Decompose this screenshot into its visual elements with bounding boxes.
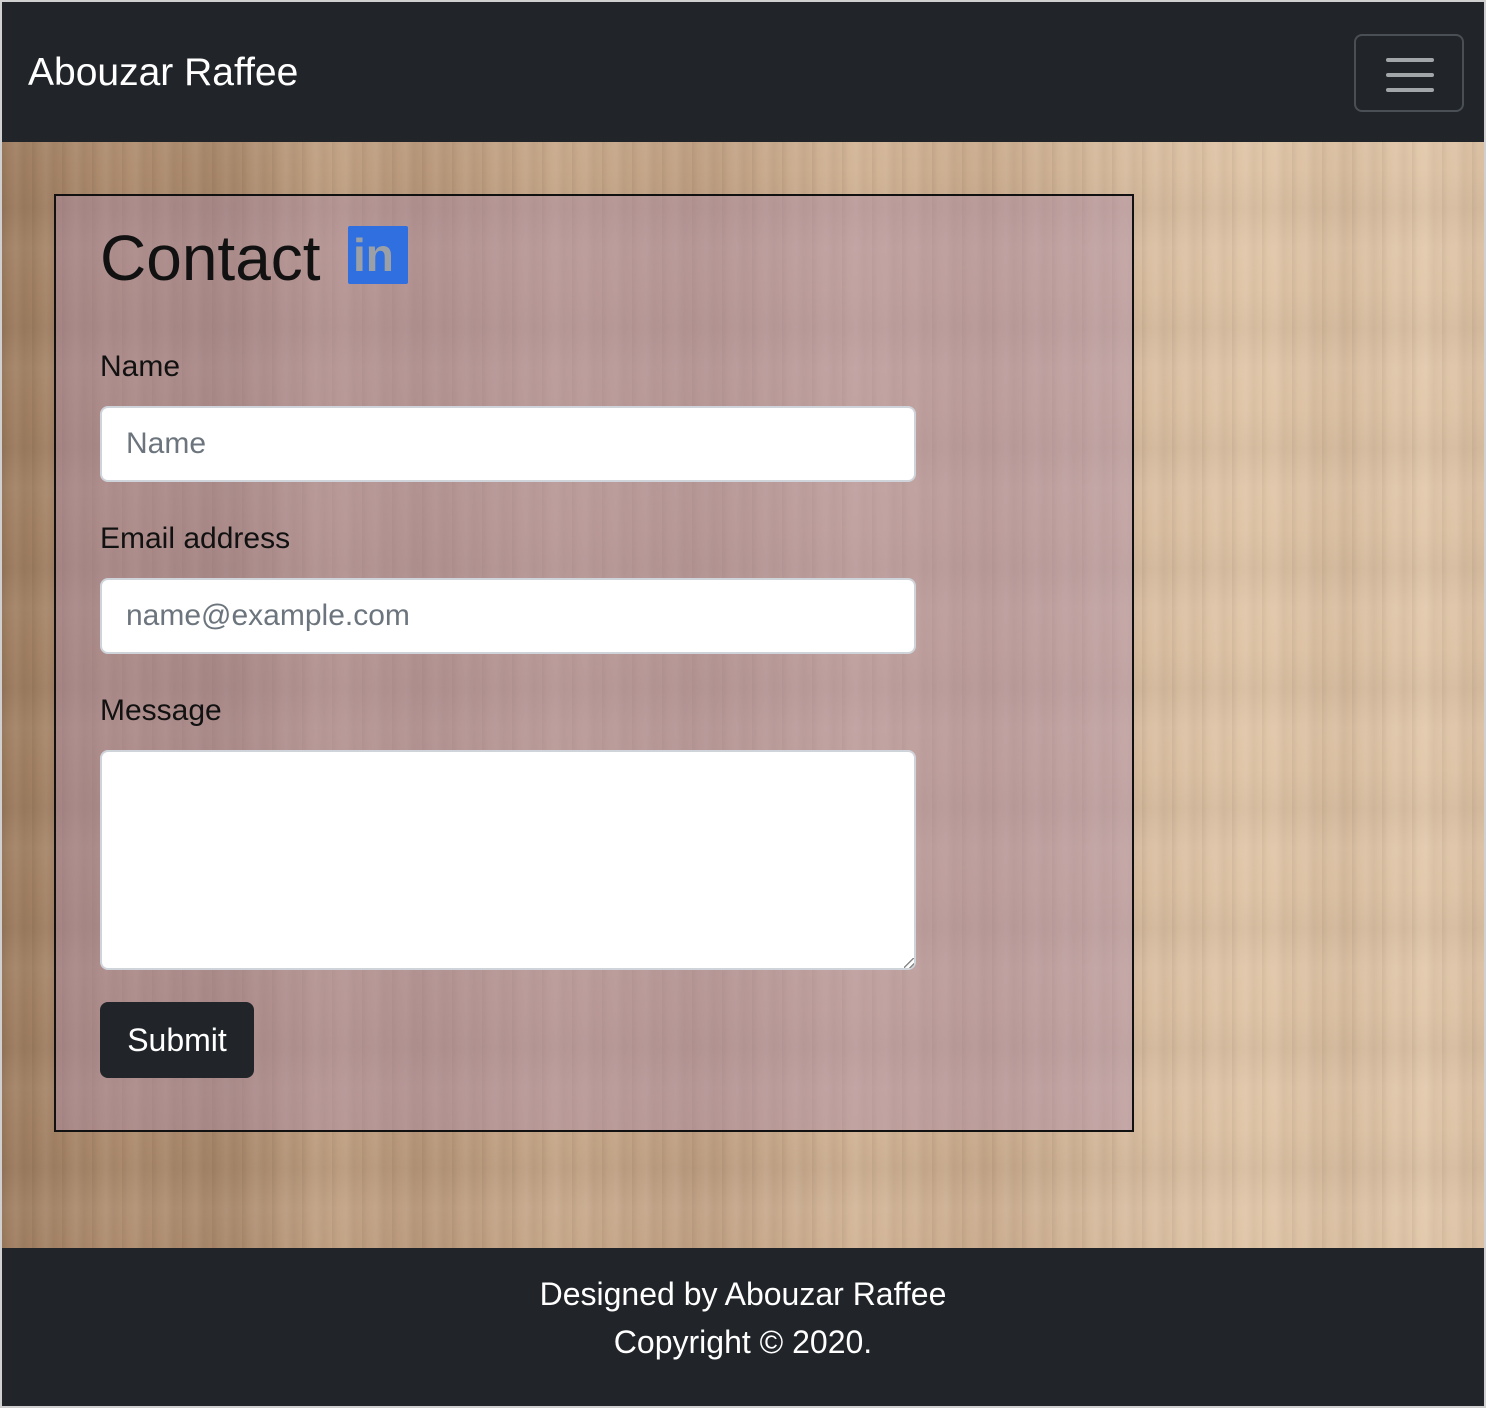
message-textarea[interactable] — [100, 750, 916, 970]
footer-copyright: Copyright © 2020. — [613, 1324, 873, 1360]
resize-handle-icon[interactable] — [904, 958, 914, 968]
contact-title: Contact — [100, 222, 321, 294]
footer-credit: Designed by Abouzar Raffee — [539, 1276, 947, 1312]
name-label: Name — [100, 350, 181, 383]
contact-card — [54, 194, 1134, 1132]
navbar-brand[interactable]: Abouzar Raffee — [28, 50, 298, 96]
page-frame: Abouzar Raffee Contact in Name Email add… — [0, 0, 1486, 1408]
message-label: Message — [100, 694, 222, 727]
navbar: Abouzar Raffee — [2, 2, 1484, 142]
linkedin-icon[interactable]: in — [348, 226, 408, 284]
submit-button[interactable]: Submit — [100, 1002, 254, 1078]
hamburger-bar — [1386, 58, 1434, 62]
hamburger-bar — [1386, 88, 1434, 92]
name-input[interactable] — [100, 406, 916, 482]
hamburger-bar — [1386, 73, 1434, 77]
navbar-toggle-button[interactable] — [1354, 34, 1464, 112]
footer: Designed by Abouzar Raffee Copyright © 2… — [2, 1248, 1484, 1406]
email-input[interactable] — [100, 578, 916, 654]
linkedin-glyph: in — [353, 229, 394, 281]
email-label: Email address — [100, 522, 291, 555]
